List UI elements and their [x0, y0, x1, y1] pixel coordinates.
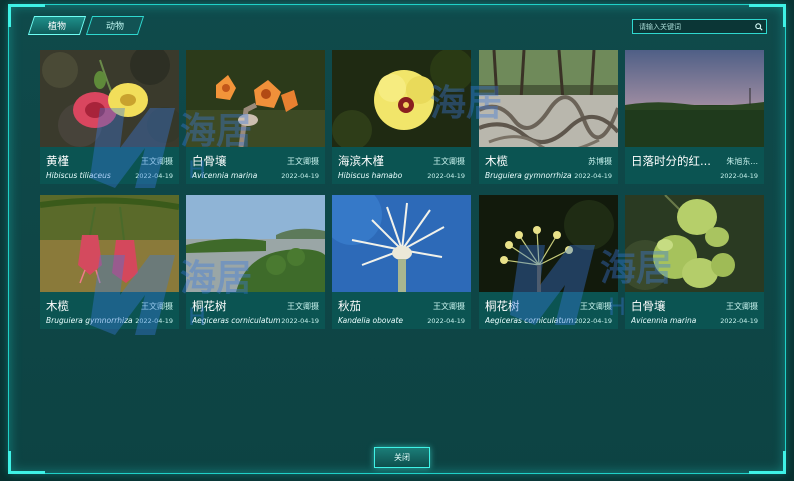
card-latin-name: Hibiscus tiliaceus	[46, 171, 111, 180]
card-latin-name: Kandelia obovate	[338, 316, 404, 325]
photo-card[interactable]: 日落时分的红... 朱旭东... 2022-04-19	[625, 50, 764, 184]
card-author: 王文卿摄	[287, 302, 319, 311]
card-title: 海滨木槿	[338, 154, 384, 168]
card-date: 2022-04-19	[281, 317, 319, 325]
photo-card[interactable]: 黄槿 王文卿摄 Hibiscus tiliaceus 2022-04-19	[40, 50, 179, 184]
close-button[interactable]: 关闭	[374, 447, 430, 468]
card-author: 王文卿摄	[433, 157, 465, 166]
photo-avicennia-marina	[186, 50, 325, 147]
card-latin-name: Hibiscus hamabo	[338, 171, 403, 180]
corner-decoration	[749, 451, 786, 474]
card-title: 木榄	[46, 299, 69, 313]
photo-card[interactable]: 木榄 王文卿摄 Bruguiera gymnorrhiza 2022-04-19	[40, 195, 179, 329]
photo-bruguiera-roots	[479, 50, 618, 147]
photo-card[interactable]: 桐花树 王文卿摄 Aegiceras corniculatum 2022-04-…	[479, 195, 618, 329]
card-author: 王文卿摄	[141, 157, 173, 166]
search-input[interactable]	[633, 22, 752, 31]
card-latin-name: Bruguiera gymnorrhiza	[46, 316, 133, 325]
card-latin-name: Aegiceras corniculatum	[192, 316, 281, 325]
photo-bruguiera-flowers	[40, 195, 179, 292]
photo-kandelia-obovata	[332, 195, 471, 292]
photo-card[interactable]: 海滨木槿 王文卿摄 Hibiscus hamabo 2022-04-19	[332, 50, 471, 184]
card-latin-name: Aegiceras corniculatum	[485, 316, 574, 325]
card-date: 2022-04-19	[427, 172, 465, 180]
card-author: 王文卿摄	[726, 302, 758, 311]
card-author: 王文卿摄	[287, 157, 319, 166]
card-title: 黄槿	[46, 154, 69, 168]
photo-card[interactable]: 木榄 苏博摄 Bruguiera gymnorrhiza 2022-04-19	[479, 50, 618, 184]
photo-aegiceras-landscape	[186, 195, 325, 292]
photo-hibiscus-hamabo	[332, 50, 471, 147]
card-title: 日落时分的红...	[631, 154, 711, 168]
card-author: 王文卿摄	[141, 302, 173, 311]
photo-sunset-mangrove	[625, 50, 764, 147]
photo-card[interactable]: 白骨壤 王文卿摄 Avicennia marina 2022-04-19	[625, 195, 764, 329]
card-date: 2022-04-19	[574, 317, 612, 325]
card-title: 木榄	[485, 154, 508, 168]
search-icon[interactable]	[752, 20, 766, 33]
corner-decoration	[8, 451, 45, 474]
search-box	[632, 19, 767, 34]
card-author: 朱旭东...	[726, 157, 758, 166]
card-date: 2022-04-19	[720, 172, 758, 180]
card-date: 2022-04-19	[135, 317, 173, 325]
tab-animals[interactable]: 动物	[85, 16, 145, 35]
card-author: 王文卿摄	[580, 302, 612, 311]
card-author: 苏博摄	[588, 157, 612, 166]
card-title: 桐花树	[485, 299, 520, 313]
card-date: 2022-04-19	[720, 317, 758, 325]
card-date: 2022-04-19	[281, 172, 319, 180]
photo-avicennia-fruits	[625, 195, 764, 292]
card-title: 白骨壤	[631, 299, 666, 313]
card-author: 王文卿摄	[433, 302, 465, 311]
card-date: 2022-04-19	[427, 317, 465, 325]
card-date: 2022-04-19	[135, 172, 173, 180]
card-latin-name: Avicennia marina	[631, 316, 697, 325]
card-title: 白骨壤	[192, 154, 227, 168]
photo-card[interactable]: 秋茄 王文卿摄 Kandelia obovate 2022-04-19	[332, 195, 471, 329]
photo-hibiscus-tiliaceus	[40, 50, 179, 147]
photo-card[interactable]: 白骨壤 王文卿摄 Avicennia marina 2022-04-19	[186, 50, 325, 184]
card-title: 桐花树	[192, 299, 227, 313]
card-date: 2022-04-19	[574, 172, 612, 180]
photo-aegiceras-flowers	[479, 195, 618, 292]
card-title: 秋茄	[338, 299, 361, 313]
photo-card[interactable]: 桐花树 王文卿摄 Aegiceras corniculatum 2022-04-…	[186, 195, 325, 329]
card-latin-name: Avicennia marina	[192, 171, 258, 180]
category-tabs: 植物 动物	[27, 16, 145, 35]
tab-plants[interactable]: 植物	[27, 16, 87, 35]
card-latin-name: Bruguiera gymnorrhiza	[485, 171, 572, 180]
